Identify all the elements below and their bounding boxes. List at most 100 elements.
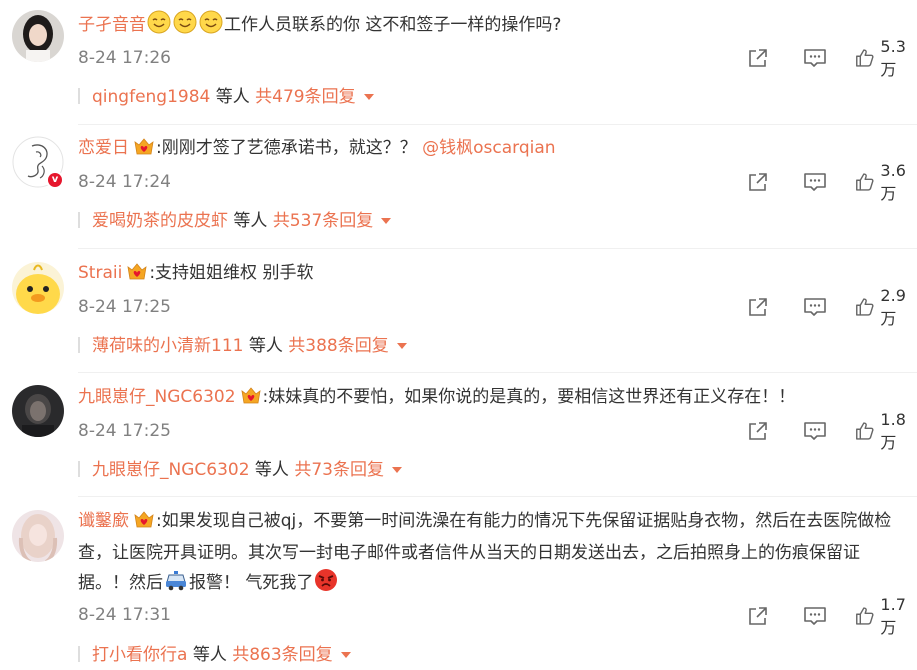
- smile-emoji-icon: [147, 10, 171, 44]
- comment-time: 8-24 17:25: [78, 421, 171, 441]
- reply-divider: [78, 461, 80, 477]
- reply-username[interactable]: 薄荷味的小清新111: [92, 336, 243, 356]
- caret-down-icon[interactable]: [381, 218, 392, 224]
- like-count: 3.6万: [880, 160, 906, 203]
- reply-divider: [78, 646, 80, 662]
- comment-body: :妹妹真的不要怕，如果你说的是真的，要相信这世界还有正义存在！！: [262, 387, 796, 407]
- comment-divider: [78, 248, 917, 249]
- angry-emoji-icon: [314, 568, 338, 602]
- verified-badge: v: [46, 171, 64, 189]
- comment-username[interactable]: 谶鑿廞: [78, 511, 129, 531]
- reply-username[interactable]: 九眼崽仔_NGC6302: [92, 460, 250, 480]
- comment-text: Straii:支持姐姐维权 别手软: [78, 259, 903, 291]
- comment-icon: [804, 607, 826, 625]
- comment-username[interactable]: Straii: [78, 263, 122, 283]
- like-button[interactable]: 5.3万: [855, 37, 917, 79]
- reply-username[interactable]: 打小看你行a: [92, 645, 187, 665]
- comment-time: 8-24 17:26: [78, 48, 171, 68]
- reply-username[interactable]: 爱喝奶茶的皮皮虾: [92, 211, 228, 231]
- smile-emoji-icon: [173, 10, 197, 44]
- caret-down-icon[interactable]: [396, 343, 407, 349]
- comment-text: 谶鑿廞:如果发现自己被qj，不要第一时间洗澡在有能力的情况下先保留证据贴身衣物，…: [78, 507, 903, 602]
- thumb-up-icon: [856, 298, 874, 316]
- reply-connector: 等人: [249, 460, 295, 480]
- caret-down-icon[interactable]: [340, 652, 351, 658]
- comment-divider: [78, 124, 917, 125]
- comment-icon: [804, 298, 826, 316]
- comment-actions: 1.8万: [717, 410, 917, 452]
- comment-button[interactable]: [803, 46, 827, 70]
- like-button[interactable]: 1.8万: [855, 410, 917, 452]
- share-icon: [749, 422, 767, 440]
- reply-connector: 等人: [210, 87, 256, 107]
- avatar[interactable]: [12, 385, 64, 437]
- avatar[interactable]: [12, 262, 64, 314]
- comment-time: 8-24 17:31: [78, 605, 171, 625]
- comment-icon: [804, 173, 826, 191]
- reply-total-link[interactable]: 共388条回复: [288, 336, 388, 356]
- share-button[interactable]: [747, 295, 769, 319]
- crown-heart-icon: [133, 136, 155, 166]
- reply-summary[interactable]: qingfeng1984 等人 共479条回复: [78, 86, 374, 108]
- avatar[interactable]: [12, 510, 64, 562]
- caret-down-icon[interactable]: [391, 467, 402, 473]
- thumb-up-icon: [856, 422, 874, 440]
- reply-summary[interactable]: 薄荷味的小清新111 等人 共388条回复: [78, 335, 407, 357]
- comment-button[interactable]: [803, 604, 827, 628]
- comment-divider: [78, 372, 917, 373]
- comment-icon: [804, 49, 826, 67]
- crown-heart-icon: [133, 509, 155, 539]
- share-button[interactable]: [747, 419, 769, 443]
- police-car-icon: [164, 570, 188, 602]
- comment-body: 报警！ 气死我了: [189, 573, 314, 593]
- smile-emoji-icon: [199, 10, 223, 44]
- thumb-up-icon: [856, 173, 874, 191]
- comment-username[interactable]: 九眼崽仔_NGC6302: [78, 387, 236, 407]
- reply-summary[interactable]: 九眼崽仔_NGC6302 等人 共73条回复: [78, 459, 402, 481]
- comment-actions: 5.3万: [717, 37, 917, 79]
- comment-button[interactable]: [803, 419, 827, 443]
- share-button[interactable]: [747, 46, 769, 70]
- reply-total-link[interactable]: 共73条回复: [294, 460, 384, 480]
- share-icon: [749, 298, 767, 316]
- reply-connector: 等人: [228, 211, 273, 231]
- reply-total-link[interactable]: 共479条回复: [255, 87, 355, 107]
- reply-connector: 等人: [243, 336, 289, 356]
- comment-username[interactable]: 子孑音音: [78, 15, 146, 35]
- comment-button[interactable]: [803, 295, 827, 319]
- reply-summary[interactable]: 打小看你行a 等人 共863条回复: [78, 644, 351, 666]
- like-count: 1.7万: [880, 594, 906, 637]
- verified-v-icon: v: [48, 173, 62, 187]
- reply-divider: [78, 337, 80, 353]
- thumb-up-icon: [856, 49, 874, 67]
- reply-divider: [78, 212, 80, 228]
- crown-heart-icon: [126, 261, 148, 291]
- thumb-up-icon: [856, 607, 874, 625]
- comment-text: 子孑音音 工作人员联系的你 这不和签子一样的操作吗?: [78, 10, 903, 44]
- reply-summary[interactable]: 爱喝奶茶的皮皮虾 等人 共537条回复: [78, 210, 392, 232]
- share-button[interactable]: [747, 170, 769, 194]
- like-count: 2.9万: [880, 285, 906, 328]
- like-button[interactable]: 2.9万: [855, 286, 917, 328]
- reply-username[interactable]: qingfeng1984: [92, 87, 210, 107]
- like-button[interactable]: 3.6万: [855, 161, 917, 203]
- comment-actions: 3.6万: [717, 161, 917, 203]
- reply-total-link[interactable]: 共863条回复: [232, 645, 332, 665]
- share-icon: [749, 607, 767, 625]
- comment-actions: 2.9万: [717, 286, 917, 328]
- comment-time: 8-24 17:24: [78, 172, 171, 192]
- comment-button[interactable]: [803, 170, 827, 194]
- comment-icon: [804, 422, 826, 440]
- share-button[interactable]: [747, 604, 769, 628]
- reply-divider: [78, 88, 80, 104]
- comment-body: 工作人员联系的你 这不和签子一样的操作吗?: [224, 15, 562, 35]
- mention-link[interactable]: @钱枫oscarqian: [422, 138, 555, 158]
- caret-down-icon[interactable]: [363, 94, 374, 100]
- like-count: 1.8万: [880, 409, 906, 452]
- comment-time: 8-24 17:25: [78, 297, 171, 317]
- like-button[interactable]: 1.7万: [855, 595, 917, 637]
- like-count: 5.3万: [880, 36, 906, 79]
- avatar[interactable]: [12, 10, 64, 62]
- comment-username[interactable]: 恋爱日: [78, 138, 129, 158]
- reply-total-link[interactable]: 共537条回复: [273, 211, 373, 231]
